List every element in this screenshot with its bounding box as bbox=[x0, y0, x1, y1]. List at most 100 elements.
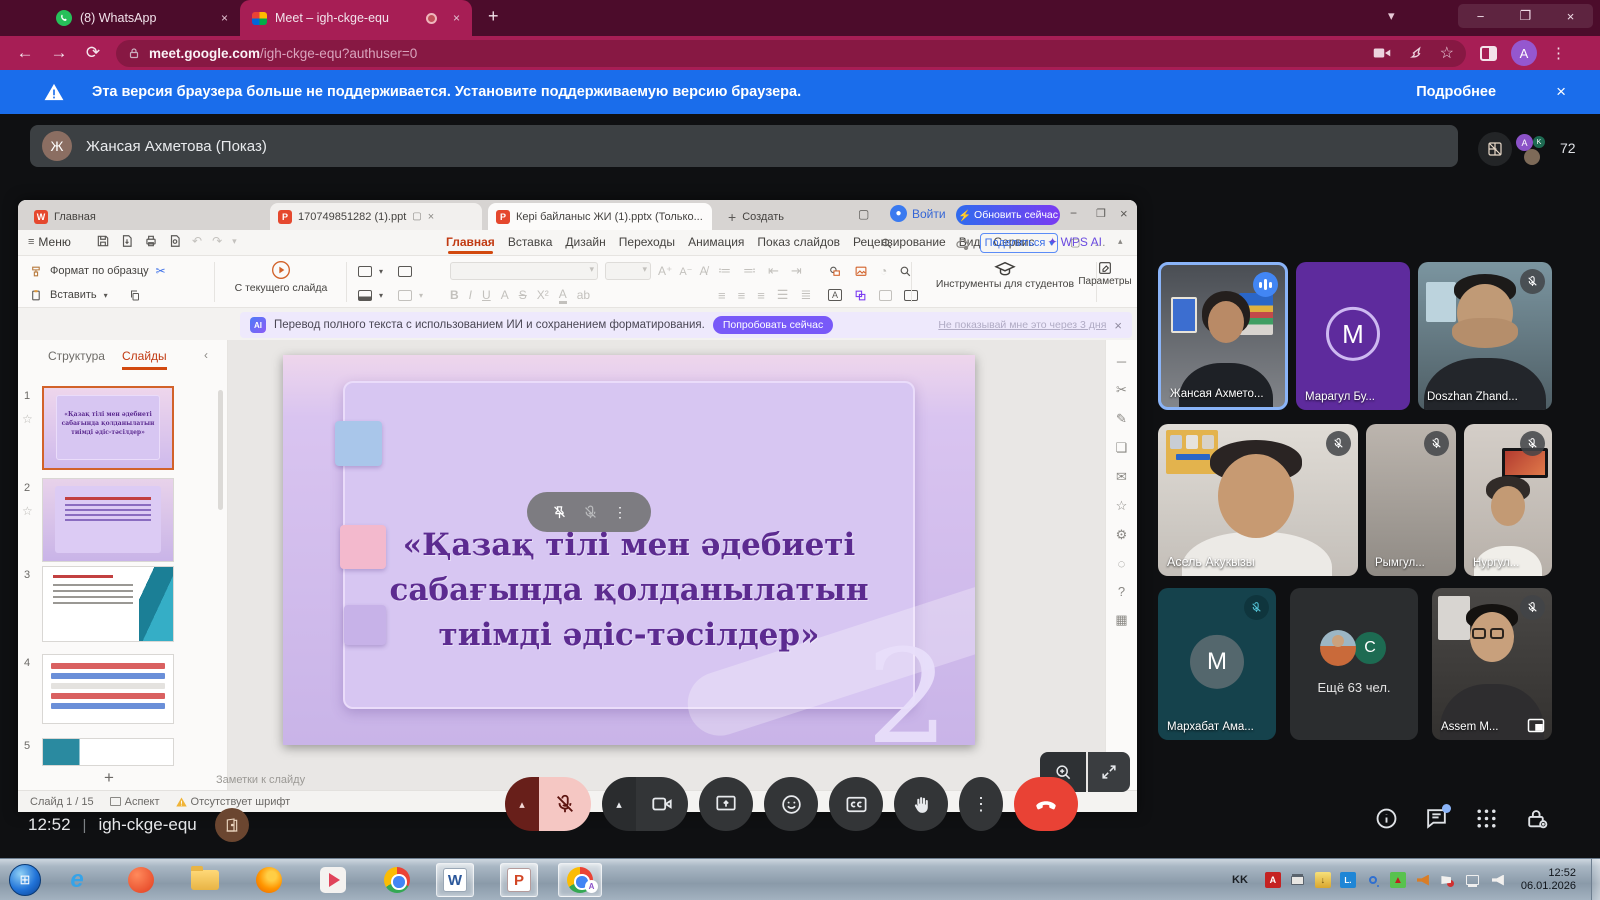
share-icon[interactable] bbox=[1407, 45, 1424, 61]
underline-icon[interactable]: U bbox=[482, 288, 491, 302]
taskbar-chrome[interactable] bbox=[378, 863, 416, 897]
wps-minimize-button[interactable]: − bbox=[1070, 206, 1077, 220]
captions-button[interactable] bbox=[829, 777, 883, 831]
rail-history-icon[interactable]: ◌ bbox=[1118, 556, 1126, 571]
increase-font-icon[interactable]: A⁺ bbox=[658, 264, 672, 278]
layout-icon[interactable] bbox=[358, 289, 372, 301]
raise-hand-button[interactable] bbox=[894, 777, 948, 831]
ai-banner-close-icon[interactable]: × bbox=[1114, 318, 1122, 333]
browser-menu-icon[interactable]: ⋮ bbox=[1551, 44, 1567, 62]
align-center-icon[interactable]: ≡ bbox=[738, 288, 746, 303]
collapse-panel-icon[interactable]: ‹ bbox=[204, 348, 208, 362]
font-color-icon[interactable]: A bbox=[558, 287, 567, 304]
more-tools-icon[interactable]: … bbox=[1094, 235, 1106, 249]
rail-help-icon[interactable]: ? bbox=[1118, 584, 1125, 599]
banner-details-link[interactable]: Подробнее bbox=[1416, 84, 1496, 100]
camera-button[interactable] bbox=[636, 777, 688, 831]
tray-pdf-icon[interactable]: A bbox=[1264, 872, 1281, 888]
slide-thumbnail-2[interactable] bbox=[42, 478, 174, 562]
fullscreen-button[interactable] bbox=[1088, 752, 1130, 792]
align-right-icon[interactable]: ≡ bbox=[757, 288, 765, 303]
taskbar-explorer[interactable] bbox=[186, 863, 224, 897]
export-icon[interactable] bbox=[120, 234, 134, 248]
shadow-icon[interactable]: A bbox=[501, 288, 509, 302]
section-icon[interactable] bbox=[398, 289, 413, 301]
picture-icon[interactable] bbox=[854, 265, 868, 278]
unpin-icon[interactable] bbox=[551, 504, 568, 521]
chat-button[interactable] bbox=[1424, 804, 1451, 831]
meeting-details-icon[interactable] bbox=[1374, 806, 1399, 831]
tile-more-options-icon[interactable]: ⋮ bbox=[613, 504, 627, 521]
show-desktop-button[interactable] bbox=[1591, 859, 1600, 900]
outdent-icon[interactable]: ⇤ bbox=[768, 263, 779, 279]
new-slide-icon[interactable] bbox=[358, 265, 372, 277]
shapes-icon[interactable] bbox=[828, 265, 842, 278]
start-button[interactable]: ⊞ bbox=[6, 863, 44, 897]
address-bar[interactable]: meet.google.com/igh-ckge-equ?authuser=0 … bbox=[116, 39, 1466, 67]
doc-preview-icon[interactable]: ▢ bbox=[412, 211, 421, 222]
wps-close-button[interactable]: × bbox=[1120, 206, 1128, 221]
panel-scrollbar[interactable] bbox=[218, 390, 223, 510]
rail-pages-icon[interactable]: ❏ bbox=[1116, 440, 1128, 456]
bookmark-star-icon[interactable]: ☆ bbox=[1440, 43, 1454, 63]
participant-tile-maragul[interactable]: M Марагул Бу... bbox=[1296, 262, 1410, 410]
options-button[interactable]: Параметры bbox=[1076, 260, 1134, 287]
menu-review[interactable]: Рецензирование bbox=[853, 235, 946, 249]
window-close-button[interactable]: × bbox=[1548, 4, 1593, 28]
back-button[interactable]: ← bbox=[8, 43, 42, 63]
participants-avatar-cluster[interactable]: A K bbox=[1516, 134, 1554, 166]
rail-collapse-icon[interactable]: ─ bbox=[1117, 354, 1126, 369]
tray-printer-icon[interactable] bbox=[1290, 872, 1306, 888]
save-icon[interactable] bbox=[96, 234, 110, 248]
pin-toolbar-icon[interactable]: ▢ bbox=[1070, 236, 1080, 249]
slide-notes-label[interactable]: Заметки к слайду bbox=[216, 774, 305, 786]
rail-comment-icon[interactable]: ✉ bbox=[1116, 469, 1127, 485]
ai-try-button[interactable]: Попробовать сейчас bbox=[712, 316, 834, 334]
camera-in-use-icon[interactable] bbox=[1373, 46, 1391, 60]
doc-tab-1[interactable]: P 170749851282 (1).ppt ▢ × bbox=[270, 203, 482, 230]
bold-icon[interactable]: B bbox=[450, 288, 459, 302]
cut-icon[interactable]: ✂ bbox=[156, 264, 166, 278]
slide-thumbnail-1[interactable]: «Қазақ тілі мен әдебиеті сабағында қолдан… bbox=[42, 386, 174, 470]
text-box-icon[interactable]: A bbox=[828, 289, 842, 301]
participant-tile-zhansaya[interactable]: Жансая Ахмето... bbox=[1158, 262, 1288, 410]
taskbar-powerpoint[interactable]: P bbox=[500, 863, 538, 897]
mic-button-muted[interactable] bbox=[539, 777, 591, 831]
rail-cut-icon[interactable]: ✂ bbox=[1116, 382, 1127, 398]
current-slide[interactable]: 2 «Қазақ тілі мен әдебиеті сабағында қол… bbox=[283, 355, 975, 745]
slide-thumbnail-3[interactable] bbox=[42, 566, 174, 642]
collapse-ribbon-icon[interactable]: ▴ bbox=[1118, 236, 1123, 247]
tray-key-icon[interactable] bbox=[1365, 872, 1381, 888]
more-options-button[interactable]: ⋮ bbox=[959, 777, 1003, 831]
window-minimize-button[interactable]: − bbox=[1458, 4, 1503, 28]
clear-format-icon[interactable]: A̸ bbox=[700, 264, 708, 278]
duplicate-slide-icon[interactable] bbox=[398, 265, 413, 277]
rail-apps-icon[interactable]: ▦ bbox=[1115, 612, 1127, 628]
hang-up-button[interactable] bbox=[1014, 777, 1078, 831]
taskbar-clock[interactable]: 12:52 06.01.2026 bbox=[1521, 867, 1576, 893]
doc-tab-2[interactable]: P Кері байланыс ЖИ (1).pptx (Только... bbox=[488, 203, 712, 230]
strike-icon[interactable]: S bbox=[519, 288, 527, 302]
redo-icon[interactable]: ↷ bbox=[212, 234, 222, 248]
reload-button[interactable]: ⟳ bbox=[76, 43, 110, 63]
tab-structure[interactable]: Структура bbox=[48, 349, 105, 363]
rail-settings-icon[interactable]: ⚙ bbox=[1116, 527, 1128, 543]
tray-volume-icon[interactable] bbox=[1490, 872, 1506, 888]
menu-design[interactable]: Дизайн bbox=[565, 235, 605, 249]
wps-restore-button[interactable]: ❐ bbox=[1096, 207, 1106, 220]
participant-tile-assem[interactable]: Assem M... bbox=[1432, 588, 1552, 740]
menu-animation[interactable]: Анимация bbox=[688, 235, 744, 249]
align-left-icon[interactable]: ≡ bbox=[718, 288, 726, 303]
activities-grid-icon[interactable] bbox=[1474, 806, 1499, 831]
menu-slideshow[interactable]: Показ слайдов bbox=[757, 235, 840, 249]
tray-action-center-icon[interactable] bbox=[1440, 872, 1456, 888]
status-missing-font[interactable]: Отсутствует шрифт bbox=[175, 796, 290, 808]
layout-unavailable-button[interactable] bbox=[1478, 132, 1512, 166]
font-family-select[interactable] bbox=[450, 262, 598, 280]
participant-tile-nurgul[interactable]: Нургул... bbox=[1464, 424, 1552, 576]
new-tab-button[interactable]: + bbox=[488, 6, 499, 27]
tab-meet[interactable]: Meet – igh-ckge-equ × bbox=[240, 0, 472, 36]
tab-search-chevron-icon[interactable]: ▾ bbox=[1388, 8, 1395, 24]
font-size-select[interactable] bbox=[605, 262, 651, 280]
taskbar-word[interactable]: W bbox=[436, 863, 474, 897]
